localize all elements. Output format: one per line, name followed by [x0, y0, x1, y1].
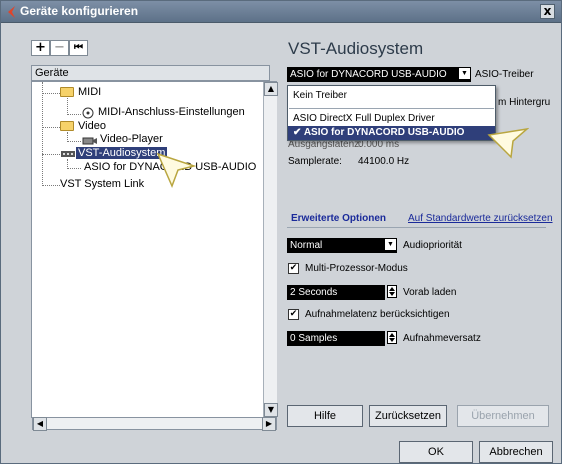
chevron-down-icon: ▼ — [459, 68, 470, 79]
record-offset-label: Aufnahmeversatz — [403, 333, 481, 344]
dropdown-value: Normal — [290, 240, 323, 251]
record-offset-stepper[interactable] — [387, 331, 397, 344]
tree-item-vst-audiosystem[interactable]: VST-Audiosystem — [76, 147, 168, 160]
tree-item-video-player[interactable]: Video-Player — [100, 133, 163, 146]
tree-connector — [67, 168, 81, 169]
tree-vertical-scrollbar[interactable]: ▲ ▼ — [263, 82, 278, 417]
tree-item-midi-port-settings[interactable]: MIDI-Anschluss-Einstellungen — [98, 106, 245, 119]
checkmark-icon: ✔ — [293, 127, 302, 138]
cancel-button[interactable]: Abbrechen — [479, 441, 553, 463]
multiprocessor-checkbox[interactable]: ✔ — [288, 263, 299, 274]
asio-driver-dropdown[interactable]: ASIO for DYNACORD USB-AUDIO ▼ — [287, 67, 471, 82]
audio-priority-label: Audiopriorität — [403, 240, 462, 251]
tree-toolbar: + − ⏮ — [31, 40, 91, 56]
field-value: 0 Samples — [290, 333, 338, 344]
multiprocessor-label: Multi-Prozessor-Modus — [305, 263, 408, 274]
dropdown-value: ASIO for DYNACORD USB-AUDIO — [290, 69, 447, 80]
menu-item-directx-driver[interactable]: ASIO DirectX Full Duplex Driver — [288, 112, 495, 126]
menu-divider — [289, 108, 494, 109]
tree-connector — [42, 82, 43, 186]
menu-item-no-driver[interactable]: Kein Treiber — [288, 89, 495, 103]
folder-icon — [60, 121, 74, 131]
device-setup-window: Geräte konfigurieren x + − ⏮ Geräte MIDI… — [0, 0, 562, 464]
tree-item-midi[interactable]: MIDI — [78, 86, 101, 99]
driver-popup-menu: Kein Treiber ASIO DirectX Full Duplex Dr… — [287, 85, 496, 141]
preload-field[interactable]: 2 Seconds — [287, 285, 385, 300]
scroll-up-button[interactable]: ▲ — [264, 82, 278, 96]
tree-connector — [42, 185, 60, 186]
latency-compensation-checkbox[interactable]: ✔ — [288, 309, 299, 320]
preload-stepper[interactable] — [387, 285, 397, 298]
tree-connector — [42, 154, 60, 155]
background-label: m Hintergru — [498, 97, 551, 108]
tree-item-vst-system-link[interactable]: VST System Link — [60, 178, 144, 191]
tree-connector — [42, 93, 60, 94]
close-button[interactable]: x — [540, 4, 555, 19]
samplerate-value: 44100.0 Hz — [358, 156, 410, 167]
samplerate-label: Samplerate: — [288, 156, 342, 167]
reset-button[interactable]: Zurücksetzen — [369, 405, 447, 427]
tree-horizontal-scrollbar[interactable]: ◀ ▶ — [32, 417, 277, 431]
audio-priority-dropdown[interactable]: Normal ▼ — [287, 238, 397, 253]
asio-driver-label: ASIO-Treiber — [475, 69, 534, 80]
tree-connector — [67, 141, 81, 142]
section-divider — [287, 227, 546, 228]
pointer-arrow-icon — [487, 127, 529, 159]
help-button[interactable]: Hilfe — [287, 405, 363, 427]
reset-device-button[interactable]: ⏮ — [69, 40, 88, 56]
field-value: 2 Seconds — [290, 287, 338, 298]
audio-device-icon — [61, 151, 75, 157]
scroll-right-button[interactable]: ▶ — [262, 417, 276, 431]
menu-item-label: ASIO for DYNACORD USB-AUDIO — [303, 127, 465, 138]
tree-header: Geräte — [31, 65, 270, 81]
preload-label: Vorab laden — [403, 287, 457, 298]
device-tree[interactable]: MIDI MIDI-Anschluss-Einstellungen Video … — [31, 81, 277, 418]
cubase-logo-icon — [8, 6, 15, 18]
ok-button[interactable]: OK — [399, 441, 473, 463]
pointer-arrow-icon — [156, 152, 196, 188]
tree-item-label: VST-Audiosystem — [76, 147, 168, 159]
midi-port-icon — [82, 107, 94, 119]
tree-connector — [67, 114, 81, 115]
title-bar[interactable]: Geräte konfigurieren x — [1, 1, 561, 23]
panel-title: VST-Audiosystem — [288, 39, 424, 58]
tree-connector — [67, 98, 68, 115]
tree-connector — [42, 127, 60, 128]
window-title: Geräte konfigurieren — [20, 4, 139, 18]
scroll-left-button[interactable]: ◀ — [33, 417, 47, 431]
video-player-icon — [82, 137, 97, 145]
advanced-options-title: Erweiterte Optionen — [291, 213, 387, 224]
add-device-button[interactable]: + — [31, 40, 50, 56]
tree-item-video[interactable]: Video — [78, 120, 106, 133]
record-offset-field[interactable]: 0 Samples — [287, 331, 385, 346]
menu-item-dynacord-driver[interactable]: ✔ ASIO for DYNACORD USB-AUDIO — [288, 126, 495, 140]
reset-defaults-link[interactable]: Auf Standardwerte zurücksetzen — [408, 213, 553, 224]
folder-icon — [60, 87, 74, 97]
scroll-down-button[interactable]: ▼ — [264, 403, 278, 417]
remove-device-button[interactable]: − — [50, 40, 69, 56]
apply-button[interactable]: Übernehmen — [457, 405, 549, 427]
chevron-down-icon: ▼ — [385, 239, 396, 250]
latency-compensation-label: Aufnahmelatenz berücksichtigen — [305, 309, 450, 320]
